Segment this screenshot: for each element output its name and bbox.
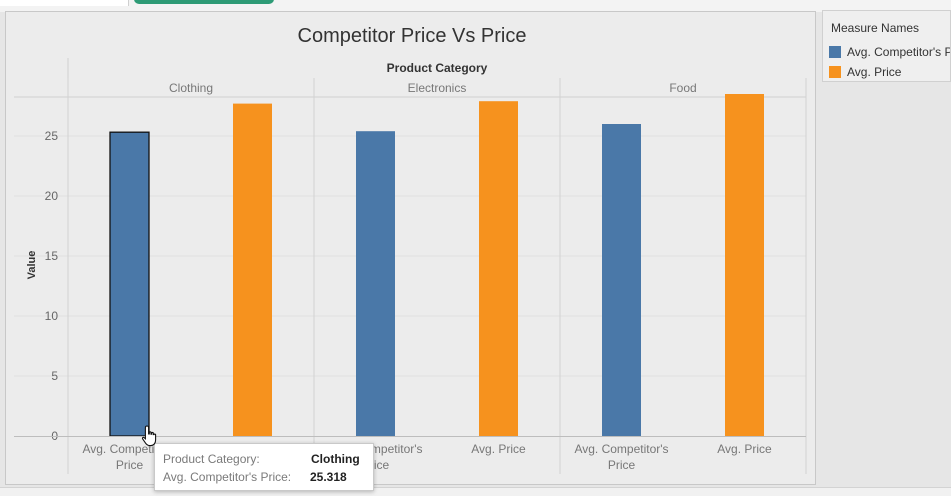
y-tick-label-2: 10 [45, 309, 59, 323]
tooltip-key-category: Product Category: [163, 452, 260, 466]
toolbar-pill-button[interactable] [134, 0, 274, 4]
x-label-4-line-1: Price [608, 458, 636, 472]
legend-swatch-competitor-price [829, 46, 841, 58]
bar-electronics-series-0 [356, 131, 395, 436]
tooltip-key-competitor-price: Avg. Competitor's Price: [163, 470, 292, 484]
chart-title: Competitor Price Vs Price [298, 25, 527, 47]
legend-title: Measure Names [831, 21, 920, 35]
y-tick-label-1: 5 [51, 369, 58, 383]
bar-clothing-series-0 [109, 131, 150, 437]
x-label-4-line-0: Avg. Competitor's [574, 442, 668, 456]
tooltip-value-category: Clothing [311, 452, 360, 466]
x-label-5-line-0: Avg. Price [717, 442, 772, 456]
column-header-label: Product Category [387, 61, 488, 75]
bar-electronics-series-1 [479, 101, 518, 436]
y-tick-label-3: 15 [45, 249, 59, 263]
legend-swatch-price [829, 66, 841, 78]
y-axis-label: Value [26, 251, 38, 280]
sheet-tab[interactable] [0, 0, 129, 6]
legend-label-competitor-price: Avg. Competitor's Price [847, 45, 950, 59]
tooltip-row-competitor-price: Avg. Competitor's Price: 25.318 [163, 470, 365, 486]
panel-header-food: Food [669, 81, 696, 95]
x-label-0-line-1: Price [116, 458, 144, 472]
panel-header-electronics: Electronics [408, 81, 467, 95]
y-tick-label-5: 25 [45, 129, 59, 143]
tooltip-row-category: Product Category: Clothing [163, 452, 365, 468]
tooltip: Product Category: Clothing Avg. Competit… [154, 443, 374, 491]
y-tick-label-4: 20 [45, 189, 59, 203]
x-label-3-line-0: Avg. Price [471, 442, 526, 456]
legend-item-price[interactable]: Avg. Price [829, 64, 901, 80]
bar-clothing-series-1 [233, 103, 272, 436]
panel-header-clothing: Clothing [169, 81, 213, 95]
legend-label-price: Avg. Price [847, 65, 902, 79]
bar-food-series-1 [725, 94, 764, 436]
bar-chart: Competitor Price Vs Price Product Categor… [14, 25, 807, 474]
bar-food-series-0 [602, 124, 641, 436]
legend-item-competitor-price[interactable]: Avg. Competitor's Price [829, 44, 950, 60]
tooltip-value-competitor-price: 25.318 [310, 470, 347, 484]
chart-panel: Competitor Price Vs Price Product Categor… [5, 11, 816, 485]
legend-card: Measure Names Avg. Competitor's Price Av… [822, 10, 951, 82]
hand-pointer-icon [141, 425, 157, 447]
